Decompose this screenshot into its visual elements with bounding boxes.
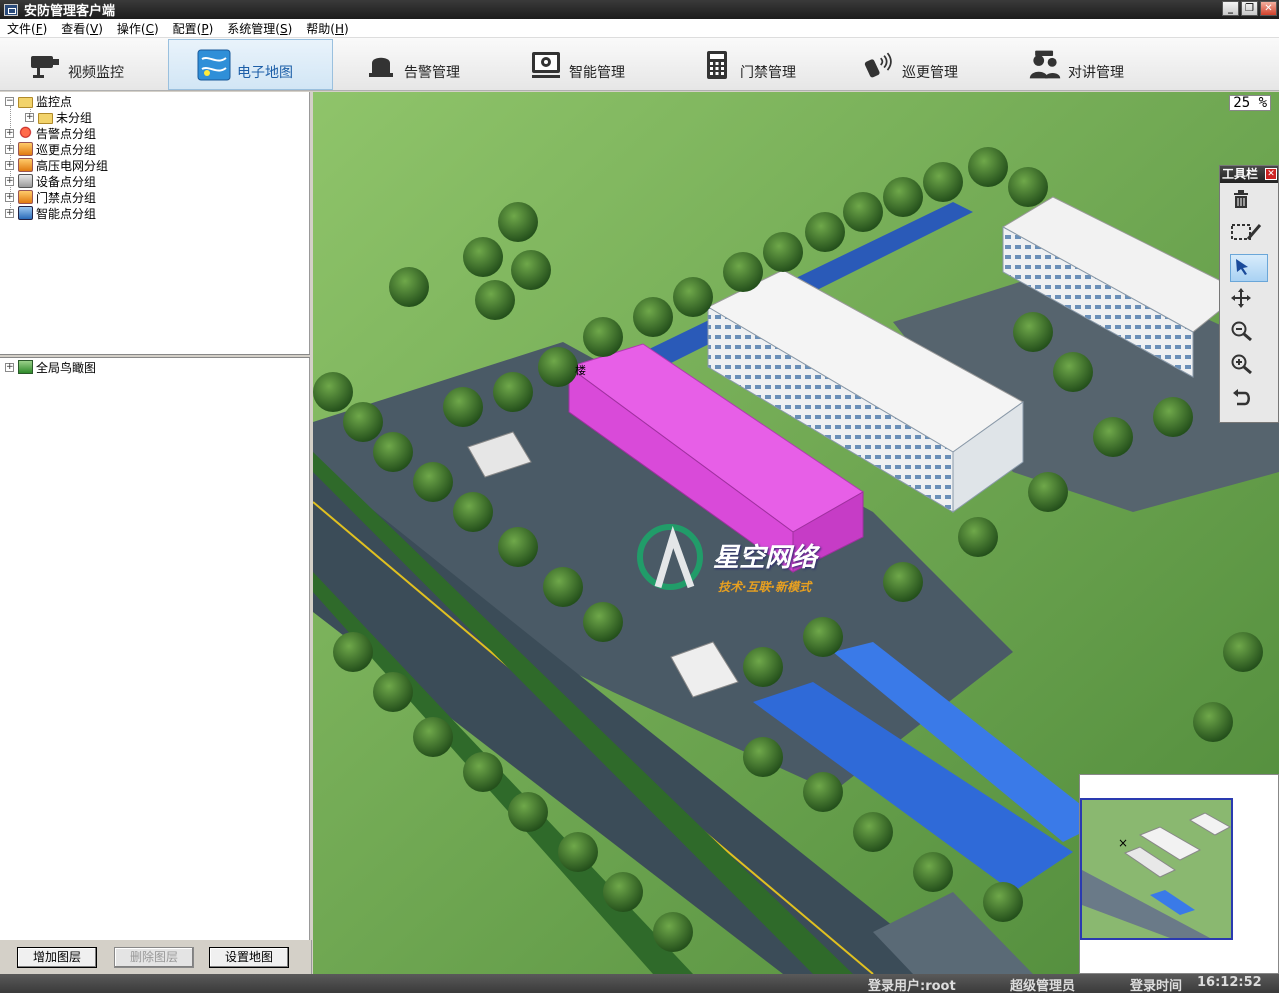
map-icon (197, 48, 231, 82)
module-alarm[interactable]: 告警管理 (364, 39, 460, 90)
tree-node-hv-fence-group[interactable]: + 高压电网分组 (5, 157, 108, 173)
module-label: 电子地图 (237, 64, 293, 81)
zoom-in-icon[interactable] (1230, 353, 1268, 381)
smart-point-icon (18, 206, 33, 220)
svg-text:×: × (1118, 836, 1128, 850)
module-label: 对讲管理 (1068, 64, 1124, 81)
menu-view[interactable]: 查看(V) (61, 20, 103, 37)
tree-node-patrol-group[interactable]: + 巡更点分组 (5, 141, 96, 157)
move-icon[interactable] (1230, 287, 1268, 315)
expand-icon[interactable]: + (5, 192, 14, 202)
module-label: 告警管理 (404, 64, 460, 81)
minimap[interactable]: × (1079, 774, 1279, 974)
tree-node-global-map[interactable]: + 全局鸟瞰图 (5, 359, 96, 375)
layer-button-bar: 增加图层 删除图层 设置地图 (0, 940, 312, 974)
map-canvas[interactable]: 楼 星空网络 技术·互联·新模式 25 % 工具栏 ✕ × (313, 92, 1279, 974)
menu-system[interactable]: 系统管理(S) (227, 20, 292, 37)
zoom-level: 25 % (1229, 95, 1271, 111)
expand-icon[interactable]: + (5, 362, 14, 372)
module-label: 智能管理 (569, 64, 625, 81)
tree-node-root[interactable]: − 监控点 (5, 93, 72, 109)
undo-icon[interactable] (1230, 386, 1268, 414)
tree-node-device-group[interactable]: + 设备点分组 (5, 173, 96, 189)
title-bar: 安防管理客户端 _ ❐ ✕ (0, 0, 1279, 19)
minimap-image: × (1080, 775, 1278, 973)
menu-help[interactable]: 帮助(H) (306, 20, 348, 37)
building-label: 楼 (575, 364, 586, 377)
device-point-icon (18, 174, 33, 188)
tree-node-access-group[interactable]: + 门禁点分组 (5, 189, 96, 205)
status-role: 超级管理员 (1010, 979, 1076, 993)
door-access-icon (18, 190, 33, 204)
module-label: 巡更管理 (902, 64, 958, 81)
module-patrol[interactable]: 巡更管理 (862, 39, 958, 90)
module-intercom[interactable]: 对讲管理 (1028, 39, 1124, 90)
close-icon[interactable]: ✕ (1265, 168, 1277, 180)
menu-bar: 文件(F) 查看(V) 操作(C) 配置(P) 系统管理(S) 帮助(H) (0, 19, 1279, 38)
module-label: 视频监控 (68, 64, 124, 81)
pointer-icon[interactable] (1230, 254, 1268, 282)
delete-layer-button: 删除图层 (114, 947, 194, 968)
set-map-button[interactable]: 设置地图 (209, 947, 289, 968)
module-e-map[interactable]: 电子地图 (168, 39, 333, 90)
folder-open-icon (18, 96, 33, 108)
status-time-label: 登录时间 (1130, 979, 1183, 993)
map-layer-icon (18, 360, 33, 374)
watermark-title: 星空网络 (713, 543, 818, 573)
tool-panel: 工具栏 ✕ (1219, 165, 1279, 423)
expand-icon[interactable]: + (5, 208, 14, 218)
module-label: 门禁管理 (740, 64, 796, 81)
close-button[interactable]: ✕ (1260, 1, 1277, 16)
alarm-light-icon (18, 126, 33, 140)
tool-panel-header[interactable]: 工具栏 ✕ (1220, 166, 1278, 183)
patrol-device-icon (862, 48, 896, 82)
collapse-icon[interactable]: − (5, 96, 14, 106)
patrol-point-icon (18, 142, 33, 156)
monitor-point-tree[interactable]: − 监控点 + 未分组 + 告警点分组 + 巡更点分组 + 高压电网分组 + 设… (0, 92, 310, 356)
expand-icon[interactable]: + (5, 176, 14, 186)
status-bar: 登录用户:root 超级管理员 登录时间 16:12:52 (0, 974, 1279, 993)
expand-icon[interactable]: + (5, 128, 14, 138)
camera-icon (28, 48, 62, 82)
menu-config[interactable]: 配置(P) (173, 20, 214, 37)
module-smart[interactable]: 智能管理 (529, 39, 625, 90)
status-time: 16:12:52 (1197, 975, 1262, 990)
tree-node-smart-group[interactable]: + 智能点分组 (5, 205, 96, 221)
map-layer-tree[interactable]: + 全局鸟瞰图 (0, 358, 310, 940)
module-toolbar: 视频监控 电子地图 告警管理 智能管理 门禁管理 巡更管理 对讲管理 (0, 38, 1279, 91)
folder-icon (38, 112, 53, 124)
trash-icon[interactable] (1230, 188, 1268, 216)
expand-icon[interactable]: + (25, 112, 34, 122)
expand-icon[interactable]: + (5, 160, 14, 170)
restore-button[interactable]: ❐ (1241, 1, 1258, 16)
window-title: 安防管理客户端 (24, 4, 116, 19)
module-video-monitor[interactable]: 视频监控 (28, 39, 124, 90)
intercom-icon (1028, 48, 1062, 82)
zoom-out-icon[interactable] (1230, 320, 1268, 348)
add-layer-button[interactable]: 增加图层 (17, 947, 97, 968)
alarm-bell-icon (364, 48, 398, 82)
smart-monitor-icon (529, 48, 563, 82)
watermark-subtitle: 技术·互联·新模式 (718, 580, 812, 594)
tree-node-ungrouped[interactable]: + 未分组 (25, 109, 92, 125)
expand-icon[interactable]: + (5, 144, 14, 154)
menu-file[interactable]: 文件(F) (7, 20, 47, 37)
select-rect-draw-icon[interactable] (1230, 221, 1268, 249)
window-controls: _ ❐ ✕ (1222, 1, 1277, 16)
app-icon (4, 3, 18, 16)
tree-node-alarm-group[interactable]: + 告警点分组 (5, 125, 96, 141)
minimize-button[interactable]: _ (1222, 1, 1239, 16)
status-user: 登录用户:root (868, 979, 956, 993)
module-access-control[interactable]: 门禁管理 (700, 39, 796, 90)
access-keypad-icon (700, 48, 734, 82)
high-voltage-icon (18, 158, 33, 172)
menu-operate[interactable]: 操作(C) (117, 20, 159, 37)
